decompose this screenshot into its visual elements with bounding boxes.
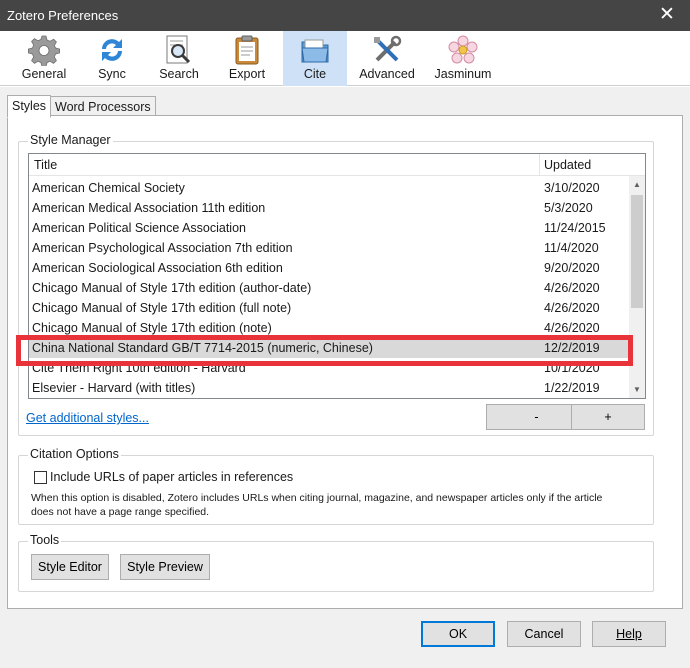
toolbar-advanced[interactable]: Advanced [355,31,419,86]
style-updated: 11/24/2015 [544,221,606,235]
style-row[interactable]: Cite Them Right 10th edition - Harvard 1… [29,358,629,378]
toolbar-export[interactable]: Export [218,31,276,86]
style-title: American Psychological Association 7th e… [32,241,293,255]
style-title: China National Standard GB/T 7714-2015 (… [32,341,373,355]
style-title: Chicago Manual of Style 17th edition (fu… [32,301,292,315]
citation-options-caption: Citation Options [28,447,121,461]
toolbar-search[interactable]: Search [150,31,208,86]
scroll-up-icon[interactable]: ▲ [629,176,645,193]
style-title: Chicago Manual of Style 17th edition (no… [32,321,272,335]
style-row[interactable]: Chicago Manual of Style 17th edition (no… [29,318,629,338]
window-title: Zotero Preferences [7,8,119,23]
get-additional-styles-link[interactable]: Get additional styles... [26,411,149,425]
toolbar-general-label: General [21,67,67,81]
style-row-selected[interactable]: China National Standard GB/T 7714-2015 (… [29,338,629,358]
style-row[interactable]: Chicago Manual of Style 17th edition (fu… [29,298,629,318]
style-updated: 5/3/2020 [544,201,593,215]
style-title: American Chemical Society [32,181,185,195]
toolbar-search-label: Search [159,67,199,81]
style-row[interactable]: American Psychological Association 7th e… [29,238,629,258]
style-title: American Sociological Association 6th ed… [32,261,283,275]
clipboard-icon [235,35,259,65]
toolbar-sync[interactable]: Sync [84,31,140,86]
flower-icon [448,35,478,64]
style-preview-button[interactable]: Style Preview [120,554,210,580]
toolbar-sync-label: Sync [98,67,126,81]
style-list-scrollbar[interactable]: ▲ ▼ [629,176,645,398]
tab-styles[interactable]: Styles [7,95,52,118]
style-row[interactable]: American Sociological Association 6th ed… [29,258,629,278]
style-updated: 4/26/2020 [544,321,600,335]
toolbar-cite[interactable]: Cite [283,31,347,86]
scrollbar-thumb[interactable] [631,195,643,308]
gear-icon [28,35,60,66]
style-updated: 1/22/2019 [544,381,600,395]
style-updated: 9/20/2020 [544,261,600,275]
style-updated: 12/2/2019 [544,341,600,355]
ok-button[interactable]: OK [421,621,495,647]
column-header-title[interactable]: Title [34,158,57,172]
column-header-updated[interactable]: Updated [544,158,591,172]
toolbar-advanced-label: Advanced [359,67,415,81]
style-row[interactable]: American Chemical Society 3/10/2020 [29,178,629,198]
scroll-down-icon[interactable]: ▼ [629,381,645,398]
citation-options-note-line1: When this option is disabled, Zotero inc… [31,492,603,504]
help-button[interactable]: Help [592,621,666,647]
title-bar: Zotero Preferences ✕ [0,0,690,31]
include-urls-checkbox[interactable] [34,471,47,484]
style-list-header: Title Updated [29,154,645,176]
style-row[interactable]: Elsevier - Harvard (with titles) 1/22/20… [29,378,629,398]
style-row[interactable]: Chicago Manual of Style 17th edition (au… [29,278,629,298]
style-updated: 3/10/2020 [544,181,600,195]
style-title: Chicago Manual of Style 17th edition (au… [32,281,312,295]
column-separator[interactable] [539,154,540,176]
style-updated: 11/4/2020 [544,241,599,255]
tools-caption: Tools [28,533,62,547]
folder-icon [301,39,329,63]
toolbar-jasminum[interactable]: Jasminum [429,31,497,86]
style-title: Elsevier - Harvard (with titles) [32,381,196,395]
toolbar-general[interactable]: General [14,31,74,86]
toolbar-export-label: Export [228,67,266,81]
style-updated: 4/26/2020 [544,281,600,295]
style-row[interactable]: American Medical Association 11th editio… [29,198,629,218]
add-style-button[interactable]: + [571,404,645,430]
style-row[interactable]: American Political Science Association 1… [29,218,629,238]
style-manager-caption: Style Manager [28,133,113,147]
style-title: American Political Science Association [32,221,246,235]
tab-styles-label: Styles [12,99,47,113]
style-updated: 10/1/2020 [544,361,600,375]
style-editor-button[interactable]: Style Editor [31,554,109,580]
preferences-toolbar: General Sync Search Export Cite Advanced… [0,31,690,86]
citation-options-note-line2: does not have a page range specified. [31,506,210,518]
toolbar-cite-label: Cite [303,67,327,81]
style-list[interactable]: Title Updated American Chemical Society … [28,153,646,399]
search-icon [166,35,191,64]
close-icon[interactable]: ✕ [652,3,682,27]
tab-word-processors-label: Word Processors [55,100,151,114]
toolbar-jasminum-label: Jasminum [434,67,492,81]
style-title: American Medical Association 11th editio… [32,201,266,215]
tools-icon [374,35,402,62]
style-updated: 4/26/2020 [544,301,600,315]
tools-group [18,541,654,592]
include-urls-label[interactable]: Include URLs of paper articles in refere… [50,470,293,484]
sync-icon [102,39,122,61]
style-title: Cite Them Right 10th edition - Harvard [32,361,246,375]
cancel-button[interactable]: Cancel [507,621,581,647]
